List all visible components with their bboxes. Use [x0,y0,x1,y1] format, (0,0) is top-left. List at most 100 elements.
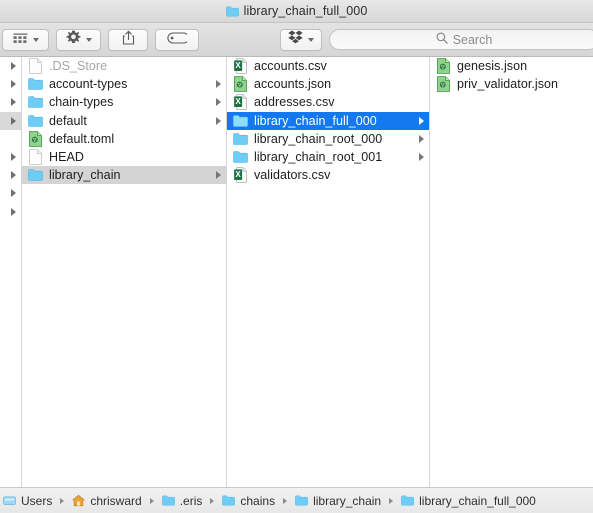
list-item-label: library_chain_full_000 [254,113,377,128]
folder-icon [233,149,248,165]
breadcrumb-item-library-chain[interactable]: library_chain [294,494,382,508]
search-icon [436,31,448,49]
list-item[interactable]: accounts.json [227,75,429,93]
list-item[interactable]: default [22,112,226,130]
csv-document-icon: X [233,167,248,184]
chevron-right-icon [60,497,65,504]
breadcrumb-item-library-chain-full-000[interactable]: library_chain_full_000 [400,494,537,508]
folder-icon [233,113,248,129]
folder-icon [295,494,308,507]
list-item[interactable]: chain-types [22,93,226,111]
chevron-right-icon [216,171,221,180]
chevron-right-icon [11,189,16,198]
share-icon [122,30,135,50]
folder-icon [28,113,43,129]
list-item[interactable]: default.toml [22,130,226,148]
breadcrumb-item-chrisward[interactable]: chrisward [71,494,142,508]
chevron-down-icon [85,37,92,42]
list-item[interactable]: library_chain_root_001 [227,148,429,166]
folder-icon [28,167,43,183]
chevron-right-icon [210,497,215,504]
breadcrumb-label: Users [21,493,53,508]
folder-icon [401,494,414,507]
gutter-row[interactable] [0,130,21,148]
chevron-right-icon [419,153,424,162]
svg-text:X: X [235,61,241,70]
list-item[interactable]: genesis.json [430,57,592,75]
list-item[interactable]: library_chain_full_000 [227,111,429,130]
gutter-row[interactable] [0,184,21,202]
breadcrumb-label: .eris [179,493,203,508]
chevron-right-icon [419,134,424,143]
chevron-right-icon [11,171,16,180]
chevron-right-icon [283,497,288,504]
chevron-right-icon [216,98,221,107]
generic-document-icon [28,58,43,74]
svg-text:X: X [235,98,241,107]
gutter-row[interactable] [0,93,21,111]
finder-window: library_chain_full_000 Search .DS_Store … [0,0,593,513]
share-button[interactable] [108,28,148,51]
search-input[interactable]: Search [453,33,493,47]
column-gutter[interactable] [0,57,22,487]
search-field[interactable]: Search [329,29,593,50]
column-1[interactable]: .DS_Store account-types chain-types defa… [22,57,227,487]
list-item[interactable]: priv_validator.json [430,75,592,93]
csv-document-icon: X [233,58,248,74]
column-2[interactable]: X accounts.csv accounts.json X addresses… [227,57,430,487]
gear-icon [66,30,81,50]
list-item-label: genesis.json [457,59,528,74]
chevron-right-icon [216,80,221,89]
dropbox-button[interactable] [280,28,322,51]
breadcrumb-item-users[interactable]: Users [2,494,53,508]
list-item-label: library_chain [49,168,121,183]
breadcrumb-item-eris[interactable]: .eris [161,494,204,508]
folder-icon [161,494,175,507]
breadcrumb-label: chrisward [90,493,142,508]
list-item[interactable]: X addresses.csv [227,93,429,111]
chevron-right-icon [11,98,16,107]
json-document-icon [28,130,43,147]
chevron-right-icon [389,497,394,504]
dropbox-icon [288,30,303,49]
home-icon [72,494,85,507]
view-mode-button[interactable] [2,28,49,51]
tags-button[interactable] [155,28,199,51]
list-item-label: default [49,113,87,128]
folder-icon [225,5,239,18]
chevron-down-icon [32,37,39,42]
window-titlebar: library_chain_full_000 [0,0,593,23]
chevron-right-icon [149,497,154,504]
folder-icon [233,131,248,147]
gutter-row[interactable] [0,75,21,93]
list-item[interactable]: library_chain_root_000 [227,130,429,148]
svg-text:X: X [235,170,241,179]
list-item[interactable]: HEAD [22,148,226,166]
gutter-row[interactable] [0,166,21,184]
list-item-label: accounts.csv [254,59,327,74]
folder-icon [222,494,236,507]
gutter-row[interactable] [0,57,21,75]
list-item[interactable]: account-types [22,75,226,93]
list-item[interactable]: library_chain [22,166,226,185]
chevron-right-icon [419,116,424,125]
column-3[interactable]: genesis.json priv_validator.json [430,57,592,487]
gutter-row[interactable] [0,111,21,130]
folder-icon [28,76,43,92]
list-item-label: default.toml [49,131,115,146]
list-item-label: .DS_Store [49,59,108,74]
toolbar: Search [0,23,593,57]
gutter-row[interactable] [0,203,21,221]
list-item[interactable]: .DS_Store [22,57,226,75]
list-item[interactable]: X accounts.csv [227,57,429,75]
chevron-right-icon [11,116,16,125]
breadcrumb-item-chains[interactable]: chains [221,494,276,508]
window-title-group: library_chain_full_000 [225,4,368,18]
list-item[interactable]: X validators.csv [227,166,429,184]
breadcrumb-label: library_chain_full_000 [419,493,536,508]
json-document-icon [436,58,451,74]
action-menu-button[interactable] [56,28,101,51]
gutter-row[interactable] [0,148,21,166]
chevron-right-icon [216,116,221,125]
toolbar-right-group: Search [280,28,593,51]
